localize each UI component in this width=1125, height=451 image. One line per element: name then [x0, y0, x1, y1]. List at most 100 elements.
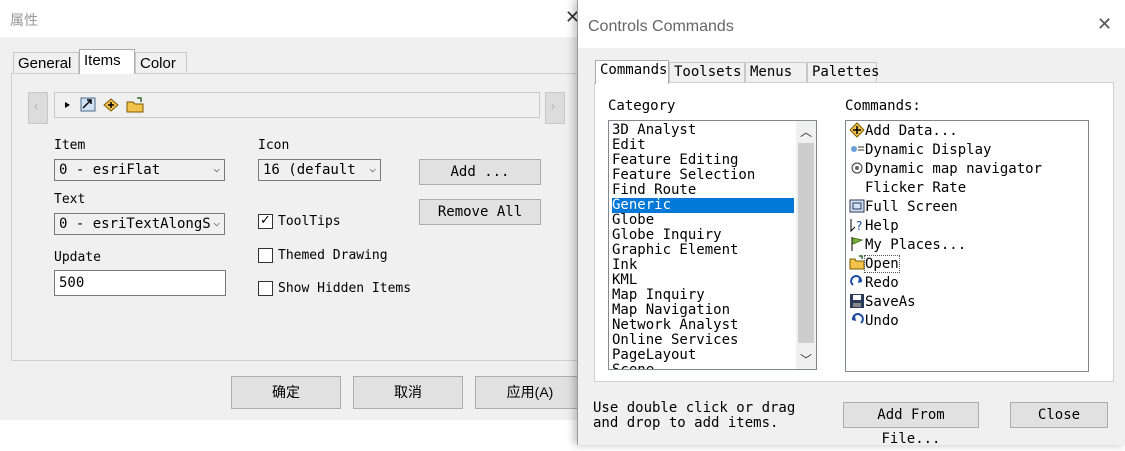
category-item[interactable]: 3D Analyst	[612, 123, 794, 138]
category-item[interactable]: KML	[612, 273, 794, 288]
save-icon	[849, 293, 865, 309]
chevron-down-icon[interactable]: ﹀	[800, 351, 812, 368]
blank-icon	[849, 179, 865, 195]
tooltips-label: ToolTips	[278, 214, 341, 229]
svg-text:?: ?	[856, 219, 862, 233]
properties-dialog: 属性 ✕ General Items Color ‹ › Item 0 - es…	[0, 0, 590, 420]
command-label: My Places...	[865, 237, 967, 253]
tab-color[interactable]: Color	[135, 52, 187, 74]
chevron-down-icon: ⌵	[213, 162, 220, 175]
properties-titlebar: 属性 ✕	[0, 0, 590, 37]
category-item[interactable]: Edit	[612, 138, 794, 153]
category-item[interactable]: Feature Selection	[612, 168, 794, 183]
close-button[interactable]: Close	[1010, 402, 1108, 428]
icon-size-value: 16 (default	[263, 162, 356, 178]
toolbar-scroll-left-button[interactable]: ‹	[28, 92, 48, 124]
category-item[interactable]: Map Navigation	[612, 303, 794, 318]
command-label: Full Screen	[865, 199, 958, 215]
category-item[interactable]: Globe Inquiry	[612, 228, 794, 243]
command-label: Open	[864, 255, 900, 273]
commands-title: Controls Commands	[588, 18, 734, 35]
category-item[interactable]: Ink	[612, 258, 794, 273]
tab-toolsets[interactable]: Toolsets	[669, 62, 745, 82]
command-label: Undo	[865, 313, 899, 329]
command-label: Add Data...	[865, 123, 958, 139]
tooltips-checkbox[interactable]	[258, 212, 273, 229]
category-label: Category	[608, 98, 676, 114]
command-label: Redo	[865, 275, 899, 291]
chevron-right-icon: ›	[551, 99, 555, 113]
icon-label: Icon	[258, 138, 290, 153]
category-item[interactable]: Generic	[612, 198, 794, 213]
undo-icon	[849, 312, 865, 328]
flag-icon	[849, 236, 865, 252]
command-item[interactable]: Redo	[849, 274, 899, 293]
controls-commands-dialog: Controls Commands ✕ Commands Toolsets Me…	[577, 0, 1125, 447]
item-value: 0 - esriFlat	[59, 162, 161, 178]
update-label: Update	[54, 250, 101, 265]
toolbar-preview[interactable]	[54, 92, 540, 118]
category-item[interactable]: Feature Editing	[612, 153, 794, 168]
tab-commands[interactable]: Commands	[595, 60, 669, 84]
category-item[interactable]: Globe	[612, 213, 794, 228]
tab-general[interactable]: General	[13, 52, 79, 74]
chevron-up-icon[interactable]: ︿	[800, 123, 812, 140]
item-label: Item	[54, 138, 86, 153]
command-item[interactable]: Dynamic map navigator	[849, 160, 1042, 179]
command-item[interactable]: Undo	[849, 312, 899, 331]
command-label: Dynamic map navigator	[865, 161, 1043, 177]
toolbar-scroll-right-button[interactable]: ›	[545, 92, 565, 124]
text-value: 0 - esriTextAlongS	[59, 216, 211, 232]
add-button[interactable]: Add ...	[419, 159, 541, 185]
close-icon[interactable]: ✕	[1097, 14, 1112, 35]
category-item[interactable]: Find Route	[612, 183, 794, 198]
chevron-down-icon: ⌵	[213, 216, 220, 229]
command-item[interactable]: Open	[849, 255, 900, 274]
add-data-icon	[849, 122, 865, 138]
command-item[interactable]: Full Screen	[849, 198, 958, 217]
category-item[interactable]: PageLayout	[612, 348, 794, 363]
command-item[interactable]: My Places...	[849, 236, 966, 255]
show-hidden-items-checkbox[interactable]	[258, 281, 273, 296]
update-input[interactable]: 500	[54, 270, 226, 296]
command-item[interactable]: Flicker Rate	[849, 179, 966, 198]
themed-drawing-checkbox[interactable]	[258, 248, 273, 263]
commands-listbox[interactable]: Add Data... Dynamic Display Dynamic map na…	[845, 120, 1089, 372]
category-item[interactable]: Scene	[612, 363, 794, 370]
scrollbar-thumb[interactable]	[798, 143, 814, 343]
item-combobox[interactable]: 0 - esriFlat ⌵	[54, 159, 225, 181]
usage-hint: Use double click or drag and drop to add…	[593, 401, 803, 431]
cancel-button[interactable]: 取消	[353, 376, 463, 409]
tab-menus[interactable]: Menus	[745, 62, 807, 82]
category-item[interactable]: Map Inquiry	[612, 288, 794, 303]
text-combobox[interactable]: 0 - esriTextAlongS ⌵	[54, 213, 225, 235]
play-icon	[65, 102, 70, 108]
tab-palettes[interactable]: Palettes	[807, 62, 879, 82]
add-from-file-button[interactable]: Add From File...	[843, 402, 979, 447]
show-hidden-items-label: Show Hidden Items	[278, 281, 412, 296]
command-item[interactable]: Dynamic Display	[849, 141, 991, 160]
chevron-down-icon: ⌵	[369, 162, 376, 175]
help-icon: ?	[849, 217, 865, 233]
navigator-icon	[849, 160, 865, 176]
category-item[interactable]: Network Analyst	[612, 318, 794, 333]
themed-drawing-label: Themed Drawing	[278, 248, 388, 263]
category-item[interactable]: Online Services	[612, 333, 794, 348]
command-item[interactable]: ? Help	[849, 217, 899, 236]
category-item[interactable]: Graphic Element	[612, 243, 794, 258]
commands-titlebar: Controls Commands ✕	[578, 0, 1125, 48]
command-item[interactable]: SaveAs	[849, 293, 916, 312]
chevron-left-icon: ‹	[34, 99, 38, 113]
ok-button[interactable]: 确定	[231, 376, 341, 409]
apply-button[interactable]: 应用(A)	[475, 376, 585, 409]
category-scrollbar[interactable]: ︿ ﹀	[796, 121, 816, 369]
command-item[interactable]: Add Data...	[849, 122, 958, 141]
dynamic-display-icon	[849, 141, 865, 157]
tab-items[interactable]: Items	[79, 49, 135, 74]
commands-label: Commands:	[845, 98, 921, 114]
icon-size-combobox[interactable]: 16 (default ⌵	[258, 159, 381, 181]
toolbar-preview-icons	[65, 97, 144, 113]
remove-all-button[interactable]: Remove All	[419, 199, 541, 225]
category-listbox[interactable]: 3D Analyst Edit Feature Editing Feature Sel…	[608, 120, 817, 370]
command-label: Dynamic Display	[865, 142, 992, 158]
